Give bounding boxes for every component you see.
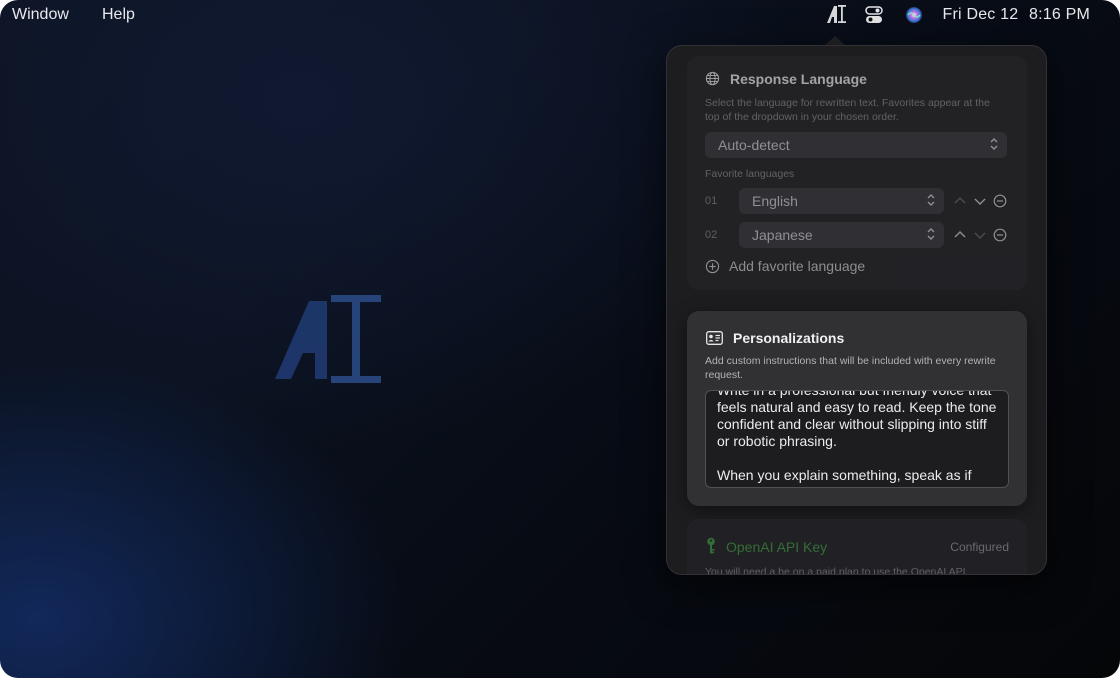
siri-icon[interactable] bbox=[905, 6, 923, 29]
remove-icon[interactable] bbox=[993, 194, 1007, 208]
custom-instructions-text: Write in a professional but friendly voi… bbox=[717, 390, 997, 483]
chevron-updown-icon bbox=[989, 137, 999, 151]
language-select-value: Auto-detect bbox=[718, 137, 790, 153]
response-language-card: Response Language Select the language fo… bbox=[687, 56, 1027, 290]
move-up-icon[interactable] bbox=[953, 228, 967, 242]
custom-instructions-textarea[interactable]: Write in a professional but friendly voi… bbox=[705, 390, 1009, 488]
move-down-icon[interactable] bbox=[973, 228, 987, 242]
response-language-description: Select the language for rewritten text. … bbox=[705, 97, 990, 123]
api-key-card: OpenAI API Key Configured You will need … bbox=[687, 519, 1027, 575]
favorite-index: 01 bbox=[705, 195, 718, 207]
api-key-title: OpenAI API Key bbox=[726, 539, 828, 555]
app-logo-large-icon bbox=[275, 293, 385, 385]
favorites-label: Favorite languages bbox=[705, 168, 795, 180]
chevron-updown-icon bbox=[926, 193, 936, 207]
language-select[interactable]: Auto-detect bbox=[705, 132, 1007, 158]
response-language-title: Response Language bbox=[730, 71, 867, 87]
add-favorite-label: Add favorite language bbox=[729, 258, 866, 274]
plus-circle-icon bbox=[705, 259, 720, 279]
api-key-description: You will need a be on a paid plan to use… bbox=[705, 566, 969, 575]
settings-popover: Response Language Select the language fo… bbox=[666, 45, 1047, 575]
menubar-clock[interactable]: Fri Dec 12 8:16 PM bbox=[943, 6, 1090, 24]
move-up-icon[interactable] bbox=[953, 194, 967, 208]
favorite-index: 02 bbox=[705, 229, 718, 241]
favorite-language-value: English bbox=[752, 193, 798, 209]
control-center-icon[interactable] bbox=[865, 6, 883, 29]
app-logo-icon[interactable] bbox=[826, 3, 848, 30]
chevron-updown-icon bbox=[926, 227, 936, 241]
personalizations-card: Personalizations Add custom instructions… bbox=[687, 311, 1027, 506]
key-icon bbox=[706, 537, 716, 560]
move-down-icon[interactable] bbox=[973, 194, 987, 208]
personalizations-title: Personalizations bbox=[733, 330, 845, 346]
menu-window[interactable]: Window bbox=[12, 6, 69, 24]
globe-icon bbox=[705, 71, 720, 91]
clock-day: Fri Dec 12 bbox=[942, 6, 1019, 23]
menu-help[interactable]: Help bbox=[102, 6, 135, 24]
menu-bar: Window Help Fri Dec 12 8:16 PM bbox=[0, 0, 1120, 30]
favorite-language-value: Japanese bbox=[752, 227, 813, 243]
favorite-language-select[interactable]: Japanese bbox=[739, 222, 944, 248]
remove-icon[interactable] bbox=[993, 228, 1007, 242]
personalizations-description: Add custom instructions that will be inc… bbox=[705, 355, 996, 381]
person-card-icon bbox=[706, 331, 723, 350]
favorite-language-select[interactable]: English bbox=[739, 188, 944, 214]
api-key-status: Configured bbox=[950, 540, 1009, 554]
add-favorite-button[interactable]: Add favorite language bbox=[705, 257, 905, 275]
desktop: Window Help Fri Dec 12 8:16 PM Response … bbox=[0, 0, 1120, 678]
clock-time: 8:16 PM bbox=[1029, 6, 1090, 23]
